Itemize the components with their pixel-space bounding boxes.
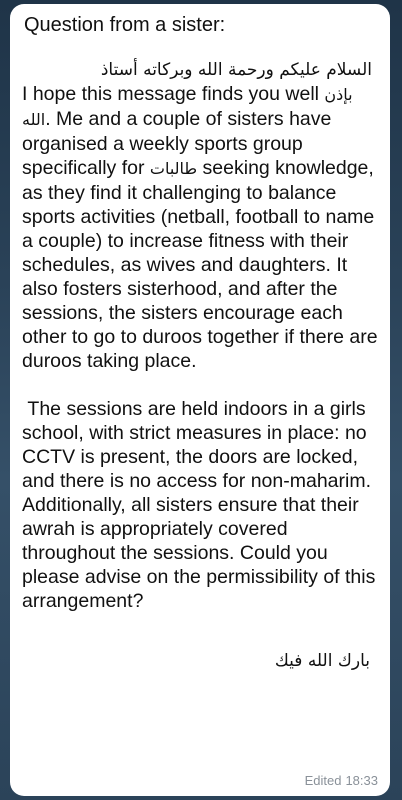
edited-label: Edited	[304, 773, 342, 788]
message-header: Question from a sister:	[24, 14, 226, 36]
message-paragraph-1: I hope this message finds you well بإذن …	[22, 82, 378, 373]
arabic-greeting: السلام عليكم ورحمة الله وبركاته أستاذ	[100, 60, 372, 80]
paragraph-1-text-a: I hope this message finds you well	[22, 83, 325, 105]
message-meta: Edited 18:33	[305, 773, 378, 788]
message-paragraph-2: The sessions are held indoors in a girls…	[22, 398, 381, 612]
message-time: 18:33	[345, 773, 378, 788]
arabic-word-talibat: طالبات	[149, 159, 198, 178]
arabic-closing: بارك الله فيك	[274, 651, 370, 671]
paragraph-1-text-c: seeking knowledge, as they find it chall…	[22, 157, 378, 372]
message-bubble[interactable]: Question from a sister: السلام عليكم ورح…	[10, 4, 390, 796]
